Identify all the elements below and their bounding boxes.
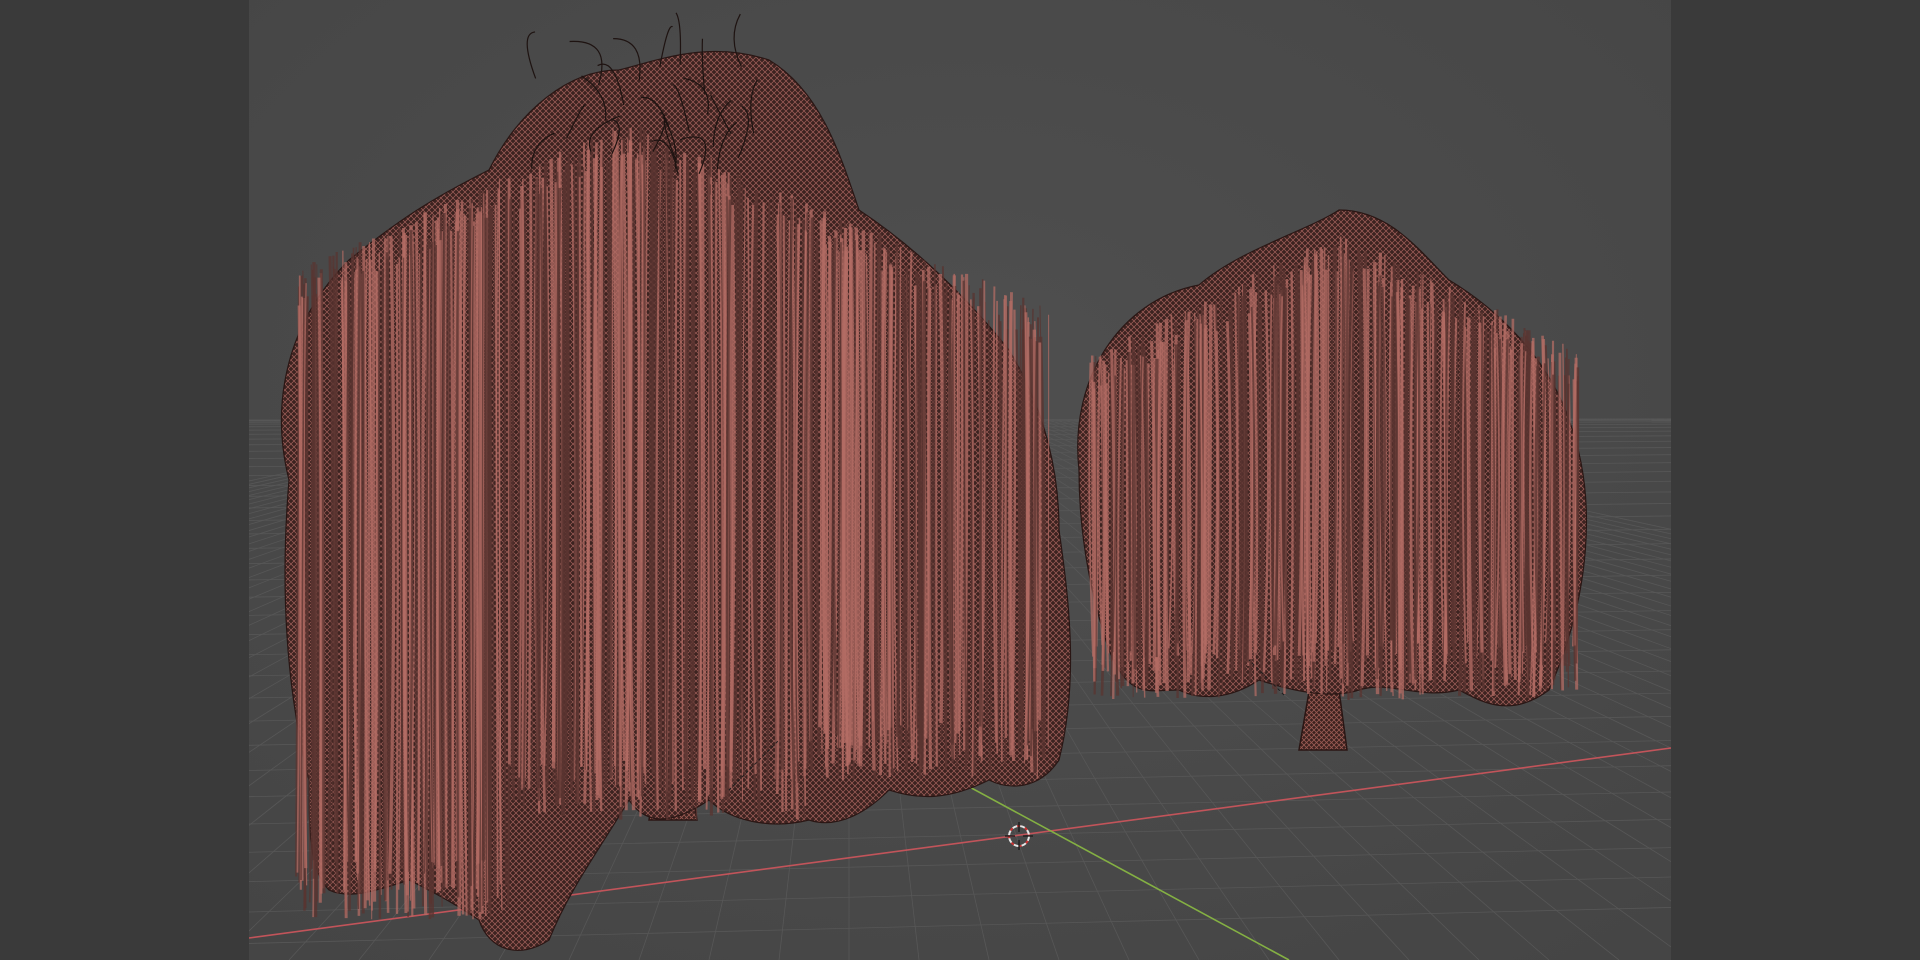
leaf-strand [1131,338,1137,670]
leaf-strand [917,277,923,747]
leaf-strand [822,211,827,734]
leaf-strand [1174,344,1179,661]
leaf-strand [1008,300,1013,756]
leaf-strand [1552,374,1556,680]
leaf-strand [335,252,339,894]
leaf-strand [955,294,961,734]
leaf-strand [481,213,484,907]
leaf-strand [934,285,938,767]
leaf-strand [658,164,662,788]
leaf-strand [899,246,902,726]
leaf-strand [908,273,910,721]
leaf-strand [377,270,382,919]
viewport-canvas[interactable] [249,0,1671,960]
leaf-strand [1490,321,1493,661]
leaf-strand [701,164,707,769]
leaf-strand [887,264,893,731]
leaf-strand [1319,247,1324,695]
leaf-strand [371,238,377,902]
leaf-strand [560,179,567,817]
leaf-strand [395,263,399,914]
leaf-strand [1163,319,1169,692]
leaf-strand [576,167,580,806]
leaf-strand [932,264,936,754]
leaf-strand [978,288,982,727]
leaf-strand [1525,335,1530,698]
leaf-strand [1488,331,1492,671]
leaf-strand [809,217,815,772]
leaf-strand [467,208,472,916]
leaf-strand [455,231,460,898]
leaf-strand [441,213,446,889]
blender-window [0,0,1920,960]
leaf-strand [1365,268,1370,656]
leaf-strand [1125,360,1130,687]
leaf-strand [1207,304,1213,690]
leaf-strand [927,287,932,770]
leaf-strand [1400,279,1405,700]
leaf-strand [876,233,882,741]
viewport-3d[interactable] [249,0,1671,960]
